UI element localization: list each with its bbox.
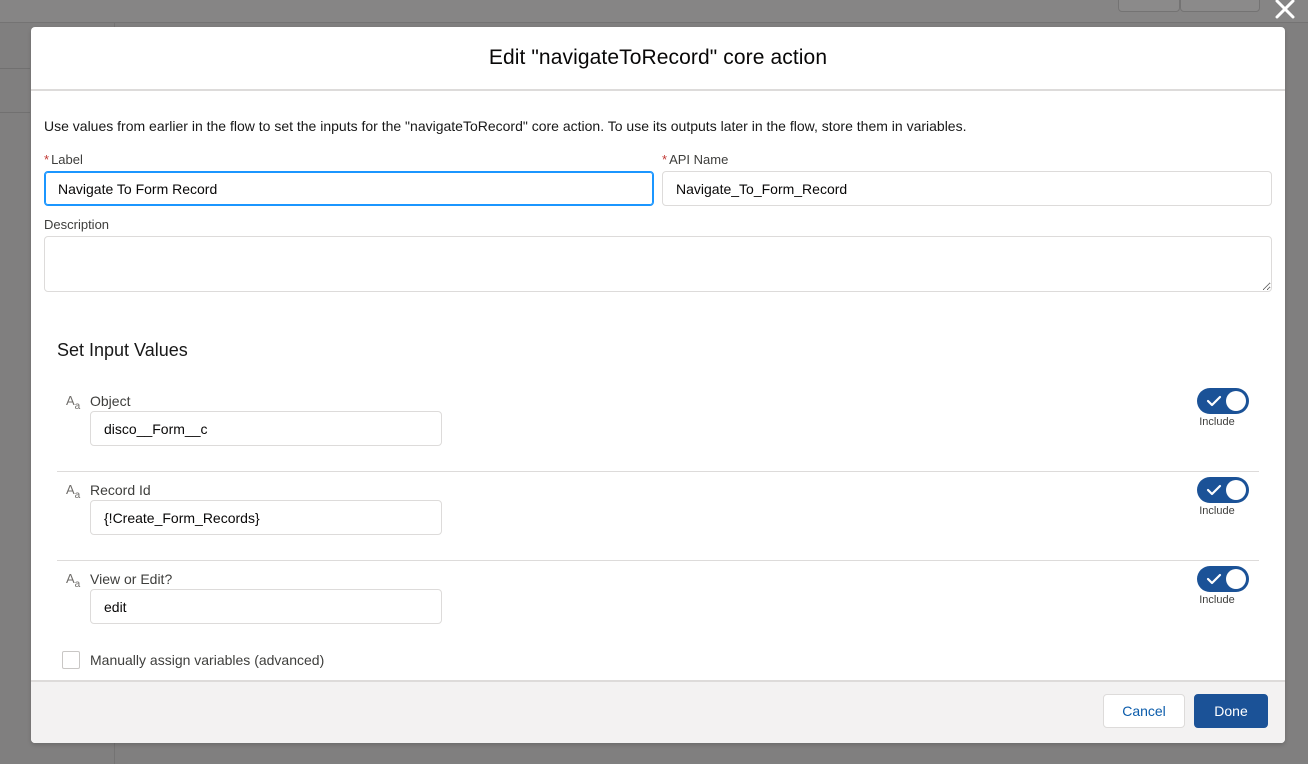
cancel-button[interactable]: Cancel [1103,694,1185,728]
view-or-edit-input[interactable] [90,589,442,624]
text-type-icon: Aa [66,571,81,590]
text-type-icon: Aa [66,482,81,501]
required-marker: * [662,152,668,167]
modal-footer: Cancel Done [31,680,1285,743]
label-api-row: *Label *API Name [44,152,1272,206]
include-toggle[interactable] [1197,566,1249,592]
input-row-object: Aa Object Include [57,383,1259,472]
include-toggle-record-id: Include [1196,477,1250,517]
text-type-icon: Aa [66,393,81,412]
toggle-knob [1226,391,1246,411]
include-toggle[interactable] [1197,477,1249,503]
modal-header: Edit "navigateToRecord" core action [31,27,1285,91]
check-icon [1206,484,1222,496]
check-icon [1206,573,1222,585]
modal-title: Edit "navigateToRecord" core action [488,46,828,69]
include-caption: Include [1199,416,1235,428]
include-caption: Include [1199,505,1235,517]
description-label: Description [44,217,110,232]
intro-text: Use values from earlier in the flow to s… [44,118,967,134]
manual-assign-checkbox[interactable] [62,651,80,669]
close-icon[interactable] [1272,0,1298,22]
done-button[interactable]: Done [1194,694,1268,728]
check-icon [1206,395,1222,407]
record-id-label: Record Id [90,482,151,498]
api-name-field: * API Name [662,152,1272,206]
view-or-edit-label: View or Edit? [90,571,173,587]
label-field: * Label [44,152,654,206]
object-input[interactable] [90,411,442,446]
toggle-knob [1226,480,1246,500]
modal-body: Use values from earlier in the flow to s… [31,118,1285,669]
manual-assign-label: Manually assign variables (advanced) [90,652,325,668]
input-row-record-id: Aa Record Id Include [57,472,1259,561]
label-input[interactable] [44,171,654,206]
label-field-text: Label [51,152,83,167]
set-input-values-heading: Set Input Values [57,340,188,360]
toggle-knob [1226,569,1246,589]
required-marker: * [44,152,50,167]
object-label: Object [90,393,131,409]
include-toggle-view-or-edit: Include [1196,566,1250,606]
input-row-view-or-edit: Aa View or Edit? Include [57,561,1259,639]
include-toggle-object: Include [1196,388,1250,428]
api-name-input[interactable] [662,171,1272,206]
include-caption: Include [1199,594,1235,606]
manual-assign-row: Manually assign variables (advanced) [62,651,1272,669]
description-field: Description [44,217,1272,292]
include-toggle[interactable] [1197,388,1249,414]
api-name-field-text: API Name [669,152,729,167]
input-values-list: Aa Object Include Aa [44,383,1272,639]
edit-action-modal: Edit "navigateToRecord" core action Use … [31,27,1285,743]
label-field-label: * Label [44,152,654,168]
record-id-input[interactable] [90,500,442,535]
api-name-field-label: * API Name [662,152,1272,168]
description-textarea[interactable] [44,236,1272,292]
